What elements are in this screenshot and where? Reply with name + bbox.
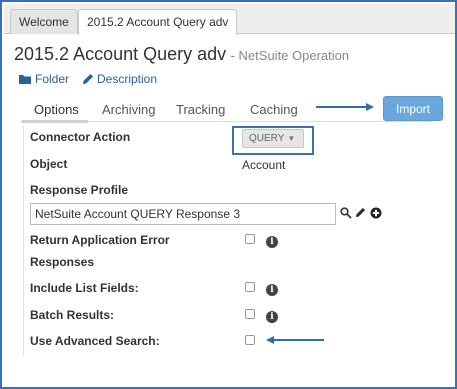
object-value: Account — [242, 158, 286, 172]
page-title: 2015.2 Account Query adv - NetSuite Oper… — [14, 44, 349, 65]
form-left-rule — [23, 126, 24, 356]
pencil-icon — [83, 74, 93, 84]
info-icon[interactable]: i — [266, 236, 278, 248]
include-list-fields-checkbox[interactable] — [245, 282, 255, 292]
page-title-main: 2015.2 Account Query adv — [14, 44, 227, 64]
tab-caching[interactable]: Caching — [250, 102, 298, 117]
object-label: Object — [30, 157, 68, 171]
batch-results-checkbox[interactable] — [245, 309, 255, 319]
tab-tracking[interactable]: Tracking — [176, 102, 225, 117]
tab-options[interactable]: Options — [34, 102, 79, 117]
folder-link-label: Folder — [35, 72, 70, 86]
return-app-error-checkbox[interactable] — [245, 234, 255, 244]
window-frame: Welcome 2015.2 Account Query adv 2015.2 … — [0, 0, 457, 389]
page-title-subtitle: - NetSuite Operation — [230, 48, 350, 63]
edit-pencil-icon[interactable] — [355, 207, 366, 218]
use-advanced-search-label: Use Advanced Search: — [30, 334, 160, 348]
connector-action-select[interactable]: QUERY ▼ — [242, 129, 304, 148]
include-list-fields-label: Include List Fields: — [30, 281, 139, 295]
batch-results-label: Batch Results: — [30, 308, 115, 322]
tab-welcome[interactable]: Welcome — [10, 9, 78, 34]
folder-icon — [19, 75, 31, 84]
response-profile-label: Response Profile — [30, 183, 129, 197]
return-app-error-label-line2: Responses — [30, 255, 95, 269]
annotation-arrow-left — [266, 336, 324, 344]
connector-action-label: Connector Action — [30, 130, 131, 144]
response-profile-input[interactable]: NetSuite Account QUERY Response 3 — [30, 203, 336, 225]
add-circle-icon[interactable] — [370, 207, 382, 219]
document-tab-strip: Welcome 2015.2 Account Query adv — [4, 4, 455, 35]
connector-action-value: QUERY — [249, 133, 285, 144]
use-advanced-search-checkbox[interactable] — [245, 335, 255, 345]
return-app-error-label-line1: Return Application Error — [30, 233, 170, 247]
folder-link[interactable]: Folder — [18, 72, 69, 86]
description-link-label: Description — [97, 72, 158, 86]
tab-account-query[interactable]: 2015.2 Account Query adv — [78, 9, 238, 35]
subtab-active-indicator — [22, 120, 88, 123]
annotation-arrow-right — [316, 103, 374, 111]
search-icon[interactable] — [340, 207, 352, 219]
caret-down-icon: ▼ — [287, 134, 296, 143]
description-link[interactable]: Description — [82, 72, 157, 86]
import-button[interactable]: Import — [383, 96, 443, 121]
info-icon[interactable]: i — [266, 284, 278, 296]
tab-archiving[interactable]: Archiving — [102, 102, 155, 117]
info-icon[interactable]: i — [266, 311, 278, 323]
